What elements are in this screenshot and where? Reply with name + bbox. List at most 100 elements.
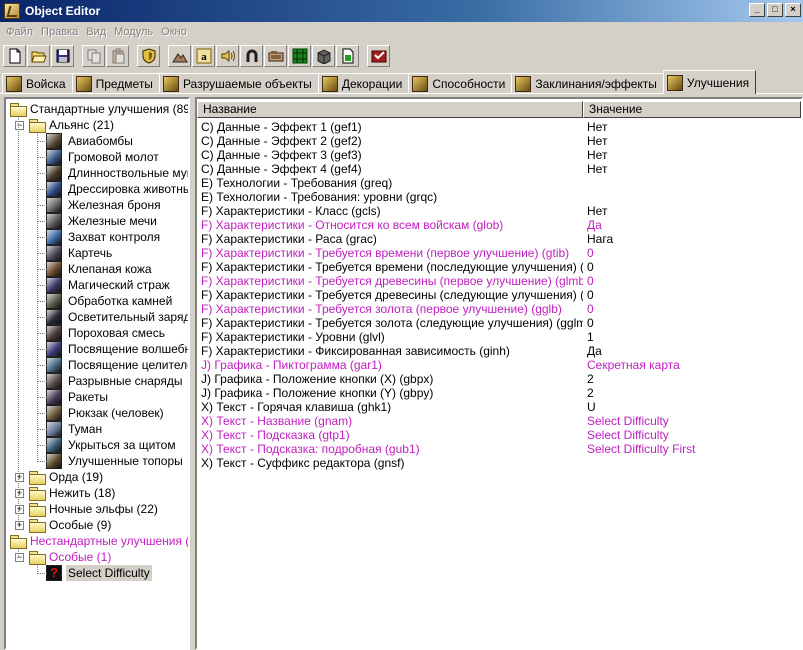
tab-buffs[interactable]: Заклинания/эффекты xyxy=(511,73,664,94)
terrain-button[interactable] xyxy=(168,45,191,67)
collapse-icon[interactable]: − xyxy=(15,121,24,130)
tree-item[interactable]: Авиабомбы xyxy=(6,133,188,149)
property-value[interactable]: 2 xyxy=(583,372,801,386)
tree-item[interactable]: Длинноствольные муш xyxy=(6,165,188,181)
property-row[interactable]: F) Характеристики - Требуется золота (пе… xyxy=(197,302,801,316)
tab-abilities[interactable]: Способности xyxy=(408,73,513,94)
property-value[interactable] xyxy=(583,190,801,204)
tree-item[interactable]: Дрессировка животны xyxy=(6,181,188,197)
property-row[interactable]: F) Характеристики - Фиксированная зависи… xyxy=(197,344,801,358)
property-row[interactable]: J) Графика - Положение кнопки (Y) (gbpy)… xyxy=(197,386,801,400)
property-row[interactable]: F) Характеристики - Требуется времени (п… xyxy=(197,246,801,260)
property-value[interactable]: Нага xyxy=(583,232,801,246)
close-button[interactable]: × xyxy=(785,3,801,17)
menu-item[interactable]: Вид xyxy=(84,26,112,38)
property-value[interactable] xyxy=(583,456,801,470)
tree-folder[interactable]: + Особые (9) xyxy=(6,517,188,533)
property-value[interactable]: Select Difficulty xyxy=(583,428,801,442)
property-row[interactable]: X) Текст - Подсказка (gtp1) Select Diffic… xyxy=(197,428,801,442)
tree-item[interactable]: Туман xyxy=(6,421,188,437)
property-row[interactable]: F) Характеристики - Уровни (glvl) 1 xyxy=(197,330,801,344)
tree-item[interactable]: Захват контроля xyxy=(6,229,188,245)
tree-item[interactable]: Картечь xyxy=(6,245,188,261)
property-value[interactable]: 1 xyxy=(583,330,801,344)
tree-item[interactable]: Пороховая смесь xyxy=(6,325,188,341)
upgrade-button[interactable] xyxy=(137,45,160,67)
text-button[interactable]: a xyxy=(192,45,215,67)
property-value[interactable]: 0 xyxy=(583,288,801,302)
tree-item[interactable]: Железные мечи xyxy=(6,213,188,229)
tree-folder[interactable]: Нестандартные улучшения (1) xyxy=(6,533,188,549)
tree-item[interactable]: Обработка камней xyxy=(6,293,188,309)
object-tree-pane[interactable]: Стандартные улучшения (89) − Альянс (21) Ав… xyxy=(4,97,190,650)
tree-folder[interactable]: − Альянс (21) xyxy=(6,117,188,133)
property-value[interactable] xyxy=(583,176,801,190)
property-value[interactable]: U xyxy=(583,400,801,414)
tree-item[interactable]: Укрыться за щитом xyxy=(6,437,188,453)
camera-button[interactable] xyxy=(264,45,287,67)
property-row[interactable]: F) Характеристики - Раса (grac) Нага xyxy=(197,232,801,246)
tab-items[interactable]: Предметы xyxy=(71,73,160,94)
property-row[interactable]: F) Характеристики - Требуется древесины … xyxy=(197,288,801,302)
tree-item[interactable]: Разрывные снаряды xyxy=(6,373,188,389)
property-row[interactable]: C) Данные - Эффект 1 (gef1) Нет xyxy=(197,120,801,134)
property-row[interactable]: F) Характеристики - Требуется времени (п… xyxy=(197,260,801,274)
property-row[interactable]: F) Характеристики - Класс (gcls) Нет xyxy=(197,204,801,218)
tree-item[interactable]: Железная броня xyxy=(6,197,188,213)
tree-folder[interactable]: − Особые (1) xyxy=(6,549,188,565)
tree-item[interactable]: ? Select Difficulty xyxy=(6,565,188,581)
tab-upgrades[interactable]: Улучшения xyxy=(662,70,757,94)
tree-item[interactable]: Осветительный заряд xyxy=(6,309,188,325)
tree-item[interactable]: Магический страж xyxy=(6,277,188,293)
property-value[interactable]: Нет xyxy=(583,134,801,148)
tree-folder[interactable]: + Нежить (18) xyxy=(6,485,188,501)
minimize-button[interactable]: _ xyxy=(749,3,765,17)
tree-item[interactable]: Посвящение целителей xyxy=(6,357,188,373)
maximize-button[interactable]: □ xyxy=(767,3,783,17)
property-row[interactable]: X) Текст - Подсказка: подробная (gub1) Se… xyxy=(197,442,801,456)
open-folder-button[interactable] xyxy=(27,45,50,67)
tree-item[interactable]: Ракеты xyxy=(6,389,188,405)
import-button[interactable] xyxy=(312,45,335,67)
object-manager-button[interactable] xyxy=(240,45,263,67)
property-row[interactable]: F) Характеристики - Требуется древесины … xyxy=(197,274,801,288)
collapse-icon[interactable]: − xyxy=(15,553,24,562)
export-button[interactable] xyxy=(336,45,359,67)
tab-units[interactable]: Войска xyxy=(2,73,73,94)
property-row[interactable]: C) Данные - Эффект 2 (gef2) Нет xyxy=(197,134,801,148)
menu-item[interactable]: Окно xyxy=(159,26,193,38)
property-value[interactable]: Select Difficulty First xyxy=(583,442,801,456)
property-value[interactable]: Select Difficulty xyxy=(583,414,801,428)
property-row[interactable]: X) Текст - Горячая клавиша (ghk1) U xyxy=(197,400,801,414)
menu-item[interactable]: Модуль xyxy=(112,26,159,38)
tree-item[interactable]: Громовой молот xyxy=(6,149,188,165)
property-value[interactable]: Нет xyxy=(583,162,801,176)
property-row[interactable]: C) Данные - Эффект 4 (gef4) Нет xyxy=(197,162,801,176)
tab-destructibles[interactable]: Разрушаемые объекты xyxy=(158,73,319,94)
property-value[interactable]: 0 xyxy=(583,246,801,260)
expand-icon[interactable]: + xyxy=(15,473,24,482)
column-header-value[interactable]: Значение xyxy=(583,101,801,118)
title-bar[interactable]: Object Editor _ □ × xyxy=(0,0,803,22)
column-header-name[interactable]: Название xyxy=(197,101,583,118)
test-map-button[interactable] xyxy=(367,45,390,67)
property-row[interactable]: E) Технологии - Требования (greq) xyxy=(197,176,801,190)
new-file-button[interactable] xyxy=(3,45,26,67)
property-row[interactable]: F) Характеристики - Требуется золота (сл… xyxy=(197,316,801,330)
tree-folder[interactable]: + Ночные эльфы (22) xyxy=(6,501,188,517)
property-value[interactable]: Секретная карта xyxy=(583,358,801,372)
expand-icon[interactable]: + xyxy=(15,505,24,514)
menu-item[interactable]: Файл xyxy=(4,26,39,38)
property-row[interactable]: J) Графика - Положение кнопки (X) (gbpx)… xyxy=(197,372,801,386)
property-value[interactable]: 2 xyxy=(583,386,801,400)
trigger-button[interactable] xyxy=(288,45,311,67)
property-value[interactable]: Да xyxy=(583,218,801,232)
expand-icon[interactable]: + xyxy=(15,489,24,498)
property-value[interactable]: 0 xyxy=(583,302,801,316)
property-row[interactable]: X) Текст - Название (gnam) Select Difficu… xyxy=(197,414,801,428)
property-row[interactable]: X) Текст - Суффикс редактора (gnsf) xyxy=(197,456,801,470)
property-value[interactable]: Нет xyxy=(583,120,801,134)
property-value[interactable]: 0 xyxy=(583,316,801,330)
expand-icon[interactable]: + xyxy=(15,521,24,530)
sound-button[interactable] xyxy=(216,45,239,67)
